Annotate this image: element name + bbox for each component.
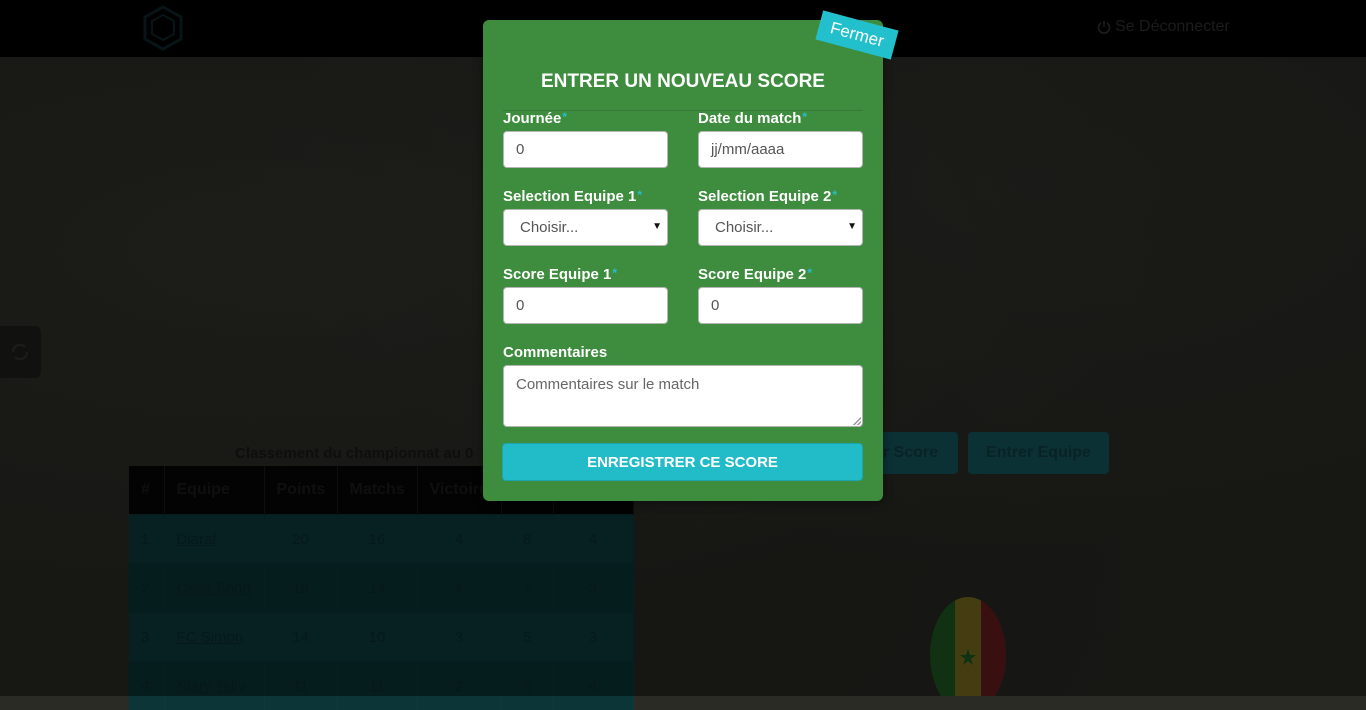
score2-label-text: Score Equipe 2 [698,266,806,283]
team1-select-label-text: Selection Equipe 1 [503,188,636,205]
chevron-down-icon: ▼ [652,221,662,232]
resize-handle-icon[interactable] [853,417,861,425]
required-marker: * [637,188,642,202]
comments-textarea[interactable]: Commentaires sur le match [503,365,863,427]
day-label-text: Journée [503,110,561,127]
required-marker: * [612,266,617,280]
comments-label: Commentaires [503,344,607,361]
date-label-text: Date du match [698,110,801,127]
score1-placeholder: 0 [516,297,524,314]
team2-select-label: Selection Equipe 2* [698,188,837,205]
team1-select[interactable]: Choisir... ▼ [503,209,668,246]
required-marker: * [562,110,567,124]
required-marker: * [807,266,812,280]
modal-title: ENTRER UN NOUVEAU SCORE [483,71,883,93]
comments-placeholder: Commentaires sur le match [516,376,699,393]
day-placeholder: 0 [516,141,524,158]
date-label: Date du match* [698,110,807,127]
chevron-down-icon: ▼ [847,221,857,232]
team2-select-label-text: Selection Equipe 2 [698,188,831,205]
score1-label-text: Score Equipe 1 [503,266,611,283]
score2-input[interactable]: 0 [698,287,863,324]
save-score-label: ENREGISTRER CE SCORE [587,454,778,471]
team1-select-value: Choisir... [520,219,578,236]
team2-select[interactable]: Choisir... ▼ [698,209,863,246]
day-label: Journée* [503,110,567,127]
team2-select-value: Choisir... [715,219,773,236]
score2-label: Score Equipe 2* [698,266,812,283]
day-input[interactable]: 0 [503,131,668,168]
score2-placeholder: 0 [711,297,719,314]
new-score-modal: ENTRER UN NOUVEAU SCORE [483,20,883,501]
score1-label: Score Equipe 1* [503,266,617,283]
required-marker: * [832,188,837,202]
score1-input[interactable]: 0 [503,287,668,324]
date-input[interactable]: jj/mm/aaaa [698,131,863,168]
required-marker: * [802,110,807,124]
date-placeholder: jj/mm/aaaa [711,141,784,158]
save-score-button[interactable]: ENREGISTRER CE SCORE [502,443,863,481]
team1-select-label: Selection Equipe 1* [503,188,642,205]
